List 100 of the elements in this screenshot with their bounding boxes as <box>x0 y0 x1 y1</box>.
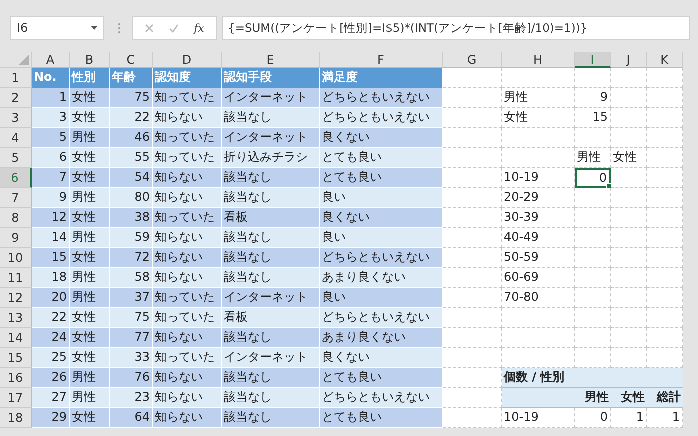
table-cell: 男性 <box>575 388 611 408</box>
column-header[interactable]: G <box>443 52 502 68</box>
row-header[interactable]: 2 <box>0 88 32 108</box>
table-cell: 29 <box>32 408 70 428</box>
insert-function-button[interactable]: fx <box>194 22 204 34</box>
row-header[interactable]: 9 <box>0 228 32 248</box>
column-header[interactable]: K <box>647 52 683 68</box>
row-header[interactable]: 12 <box>0 288 32 308</box>
column-header[interactable]: I <box>575 52 611 68</box>
table-cell: 12 <box>32 208 70 228</box>
table-cell: 知っていた <box>153 88 222 108</box>
cancel-icon[interactable] <box>144 24 154 32</box>
table-cell <box>443 388 502 408</box>
table-cell: 該当なし <box>222 408 320 428</box>
column-header[interactable]: D <box>153 52 222 68</box>
column-header[interactable]: B <box>70 52 110 68</box>
formula-field[interactable]: {=SUM((アンケート[性別]=I$5)*(INT(アンケート[年齢]/10)=1))} <box>222 16 690 40</box>
table-cell: 75 <box>110 88 153 108</box>
column-header[interactable]: C <box>110 52 153 68</box>
row-header[interactable]: 17 <box>0 388 32 408</box>
table-cell: 女性 <box>70 348 110 368</box>
row-header[interactable]: 6 <box>0 168 32 188</box>
column-header[interactable]: H <box>502 52 575 68</box>
table-cell <box>443 188 502 208</box>
table-cell: 該当なし <box>222 248 320 268</box>
table-cell: 男性 <box>502 88 575 108</box>
table-cell: 知らない <box>153 108 222 128</box>
table-cell: 知らない <box>153 388 222 408</box>
row-header[interactable]: 14 <box>0 328 32 348</box>
row-header[interactable]: 18 <box>0 408 32 428</box>
table-cell: 14 <box>32 228 70 248</box>
table-cell: 女性 <box>70 408 110 428</box>
table-cell: 25 <box>32 348 70 368</box>
column-header[interactable]: E <box>222 52 320 68</box>
row-header[interactable]: 15 <box>0 348 32 368</box>
table-cell: 22 <box>32 308 70 328</box>
row-header[interactable]: 1 <box>0 68 32 88</box>
row-header[interactable]: 7 <box>0 188 32 208</box>
table-cell: 80 <box>110 188 153 208</box>
table-cell <box>443 168 502 188</box>
table-cell: 30-39 <box>502 208 575 228</box>
table-cell: とても良い <box>320 408 443 428</box>
table-cell: 女性 <box>611 388 647 408</box>
table-cell <box>647 308 683 328</box>
table-cell: 該当なし <box>222 368 320 388</box>
row-header[interactable]: 8 <box>0 208 32 228</box>
table-cell <box>611 168 647 188</box>
column-header[interactable]: J <box>611 52 647 68</box>
caret-icon[interactable] <box>91 26 98 30</box>
active-cell[interactable]: 0 <box>575 168 611 188</box>
table-cell: 該当なし <box>222 268 320 288</box>
select-all-icon[interactable] <box>19 55 29 65</box>
table-cell <box>443 208 502 228</box>
row-header[interactable]: 3 <box>0 108 32 128</box>
table-cell <box>575 208 611 228</box>
name-box[interactable]: I6 <box>10 16 104 40</box>
row-header[interactable]: 16 <box>0 368 32 388</box>
table-cell <box>611 348 647 368</box>
table-cell: 認知度 <box>153 68 222 88</box>
table-cell: 46 <box>110 128 153 148</box>
column-header[interactable]: A <box>32 52 70 68</box>
table-cell <box>647 228 683 248</box>
table-cell: あまり良くない <box>320 268 443 288</box>
table-cell <box>611 288 647 308</box>
table-cell: 15 <box>32 248 70 268</box>
table-cell: 知っていた <box>153 148 222 168</box>
table-cell: 38 <box>110 208 153 228</box>
table-cell <box>611 308 647 328</box>
table-cell: 女性 <box>70 248 110 268</box>
check-icon[interactable] <box>168 24 179 32</box>
table-cell <box>611 68 647 88</box>
table-cell <box>611 128 647 148</box>
table-cell <box>611 268 647 288</box>
table-cell: 満足度 <box>320 68 443 88</box>
table-cell: インターネット <box>222 88 320 108</box>
table-cell: 該当なし <box>222 168 320 188</box>
table-cell: 72 <box>110 248 153 268</box>
table-cell: 認知手段 <box>222 68 320 88</box>
row-header[interactable]: 11 <box>0 268 32 288</box>
table-cell: 60-69 <box>502 268 575 288</box>
table-cell: 77 <box>110 328 153 348</box>
table-cell: 女性 <box>70 108 110 128</box>
table-cell <box>647 68 683 88</box>
row-header[interactable]: 5 <box>0 148 32 168</box>
table-cell: 該当なし <box>222 328 320 348</box>
table-cell: 1 <box>611 408 647 428</box>
table-cell <box>575 128 611 148</box>
table-cell <box>647 188 683 208</box>
table-cell: 男性 <box>575 148 611 168</box>
table-cell: 27 <box>32 388 70 408</box>
table-cell <box>647 88 683 108</box>
row-header[interactable]: 4 <box>0 128 32 148</box>
row-header[interactable]: 10 <box>0 248 32 268</box>
table-cell: 知らない <box>153 268 222 288</box>
table-cell <box>443 368 502 388</box>
row-header[interactable]: 13 <box>0 308 32 328</box>
table-cell: どちらともいえない <box>320 108 443 128</box>
column-header[interactable]: F <box>320 52 443 68</box>
table-cell: 3 <box>32 108 70 128</box>
table-cell: 知らない <box>153 368 222 388</box>
